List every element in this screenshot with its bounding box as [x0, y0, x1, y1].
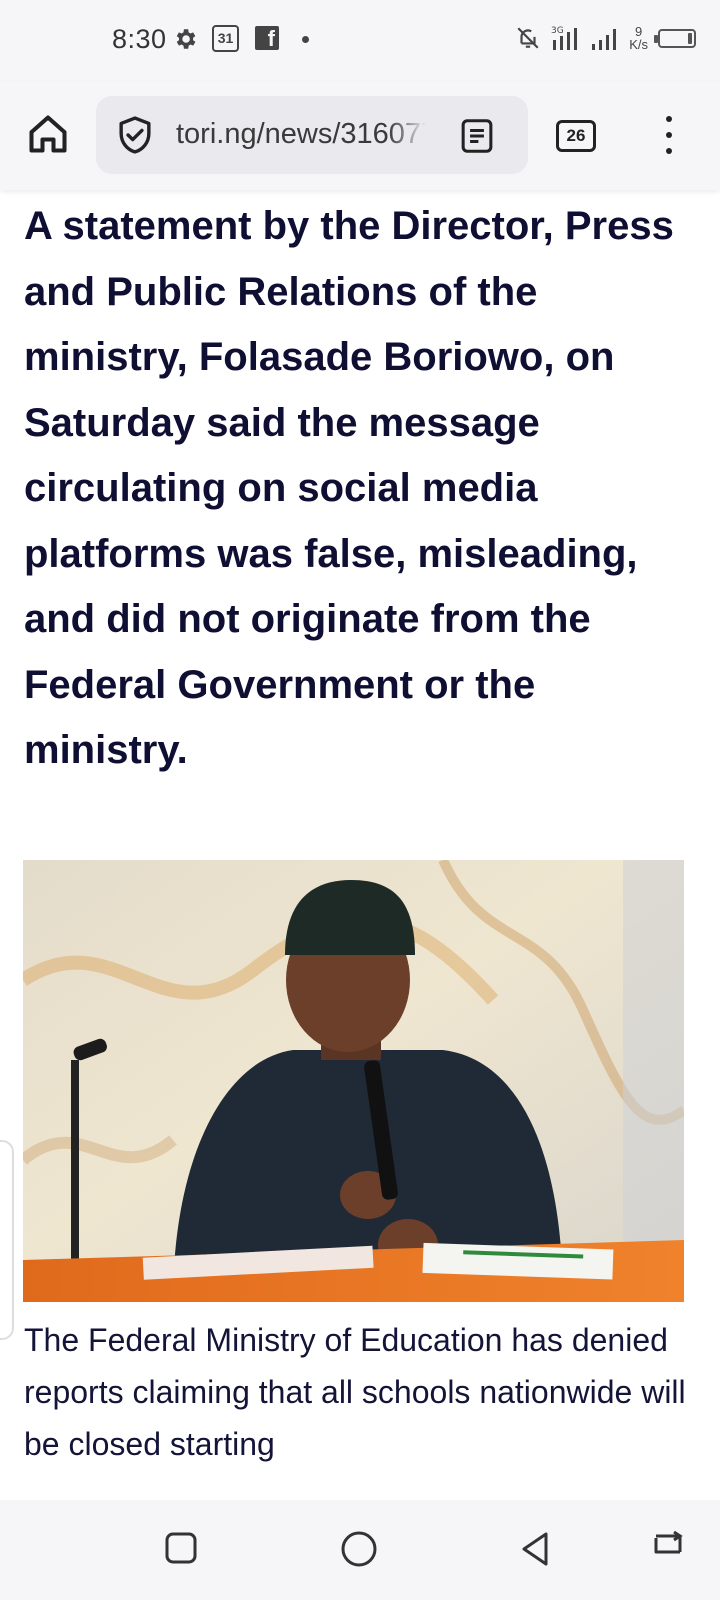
signal-strength-icon [592, 29, 617, 50]
reader-mode-icon[interactable] [460, 118, 494, 154]
url-text[interactable]: tori.ng/news/316077 [176, 118, 426, 151]
article-content: A statement by the Director, Press and P… [0, 190, 720, 1500]
recents-square-icon[interactable] [164, 1530, 198, 1566]
back-triangle-icon[interactable] [518, 1530, 552, 1568]
network-speed-unit: K/s [629, 37, 648, 52]
status-right-group: 3G 9 K/s [515, 24, 696, 52]
settings-gear-icon [176, 29, 196, 49]
address-bar[interactable]: tori.ng/news/316077 [96, 96, 528, 174]
facebook-icon: f [255, 26, 279, 51]
more-vert-icon[interactable] [664, 116, 674, 156]
speaker-photo [23, 860, 684, 1302]
network-speed: 9 K/s [629, 25, 648, 51]
signal-3g-icon: 3G [551, 26, 578, 50]
system-nav-bar [0, 1500, 720, 1600]
signal-label: 3G [551, 26, 564, 36]
tab-count-button[interactable]: 26 [556, 120, 596, 152]
home-icon[interactable] [26, 112, 70, 156]
bell-off-icon [517, 27, 539, 49]
article-photo[interactable] [23, 860, 684, 1302]
battery-level [687, 32, 692, 44]
side-edge-handle[interactable] [0, 1140, 14, 1340]
notification-dot-icon [302, 36, 309, 43]
home-circle-icon[interactable] [340, 1530, 378, 1568]
lead-paragraph: A statement by the Director, Press and P… [24, 204, 674, 772]
shield-check-icon[interactable] [116, 115, 154, 155]
body-paragraph: The Federal Ministry of Education has de… [24, 1322, 686, 1462]
rotate-screen-icon[interactable] [650, 1530, 686, 1560]
status-time: 8:30 [112, 24, 167, 54]
battery-icon [654, 28, 696, 48]
browser-toolbar: tori.ng/news/316077 26 [0, 82, 720, 190]
status-bar: 8:30 31 f 3G 9 K/s [0, 0, 720, 82]
calendar-icon: 31 [212, 25, 239, 52]
